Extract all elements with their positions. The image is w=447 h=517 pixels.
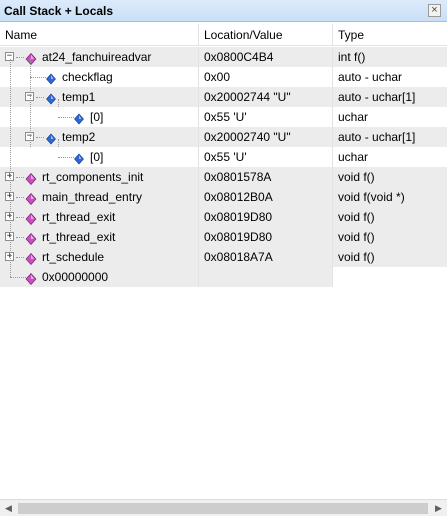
variable-icon	[45, 91, 57, 105]
function-icon	[25, 171, 37, 185]
tree-row[interactable]: − temp1 0x20002744 "U" auto - uchar[1]	[0, 87, 447, 107]
type-cell: void f(void *)	[333, 187, 447, 207]
location-value-cell[interactable]: 0x0801578A	[199, 167, 332, 187]
row-name: checkflag	[62, 70, 113, 84]
location-value-cell[interactable]: 0x08019D80	[199, 227, 332, 247]
name-cell: 0x00000000	[0, 267, 198, 287]
type-cell: void f()	[333, 227, 447, 247]
close-icon[interactable]: ×	[428, 4, 441, 17]
tree-connector	[16, 257, 24, 258]
tree-row[interactable]: checkflag 0x00 auto - uchar	[0, 67, 447, 87]
tree-connector	[16, 177, 24, 178]
location-value-cell[interactable]: 0x20002740 "U"	[199, 127, 332, 147]
tree-connector	[16, 197, 24, 198]
location-value-cell[interactable]: 0x08012B0A	[199, 187, 332, 207]
variable-icon	[45, 71, 57, 85]
variable-icon	[45, 131, 57, 145]
name-cell: + rt_schedule	[0, 247, 198, 267]
tree-connector	[10, 277, 26, 278]
tree-connector	[16, 237, 24, 238]
variable-icon	[73, 111, 85, 125]
column-header: Name Location/Value Type	[0, 24, 447, 46]
variable-icon	[73, 151, 85, 165]
horizontal-scrollbar[interactable]: ◀ ▶	[0, 499, 447, 516]
tree-connector	[58, 157, 74, 158]
type-cell	[333, 267, 447, 287]
row-name: main_thread_entry	[42, 190, 143, 204]
tree-row[interactable]: 0x00000000	[0, 267, 447, 287]
row-name: at24_fanchuireadvar	[42, 50, 152, 64]
row-name: rt_thread_exit	[42, 210, 116, 224]
tree-connector	[16, 57, 24, 58]
tree-connector	[30, 77, 46, 78]
type-cell: void f()	[333, 207, 447, 227]
location-value-cell[interactable]: 0x00	[199, 67, 332, 87]
location-value-cell[interactable]: 0x20002744 "U"	[199, 87, 332, 107]
row-name: [0]	[90, 110, 104, 124]
location-value-cell[interactable]: 0x08018A7A	[199, 247, 332, 267]
call-stack-tree: − at24_fanchuireadvar 0x0800C4B4 int f() che…	[0, 47, 447, 287]
row-name: temp1	[62, 90, 96, 104]
function-icon	[25, 211, 37, 225]
type-cell: uchar	[333, 147, 447, 167]
tree-connector	[36, 137, 44, 138]
type-cell: uchar	[333, 107, 447, 127]
type-cell: int f()	[333, 47, 447, 67]
location-value-cell[interactable]: 0x55 'U'	[199, 107, 332, 127]
tree-row[interactable]: + rt_thread_exit 0x08019D80 void f()	[0, 207, 447, 227]
name-cell: + rt_components_init	[0, 167, 198, 187]
panel-title: Call Stack + Locals	[4, 4, 114, 18]
scroll-left-icon[interactable]: ◀	[0, 500, 17, 517]
tree-connector	[58, 139, 59, 147]
tree-row[interactable]: + rt_components_init 0x0801578A void f()	[0, 167, 447, 187]
type-cell: auto - uchar[1]	[333, 127, 447, 147]
function-icon	[25, 51, 37, 65]
row-name: rt_schedule	[42, 250, 105, 264]
tree-row[interactable]: + main_thread_entry 0x08012B0A void f(void …	[0, 187, 447, 207]
column-header-location[interactable]: Location/Value	[199, 24, 333, 46]
row-name: temp2	[62, 130, 96, 144]
tree-connector	[58, 99, 59, 107]
location-value-cell[interactable]: 0x0800C4B4	[199, 47, 332, 67]
name-cell: + main_thread_entry	[0, 187, 198, 207]
row-name: rt_thread_exit	[42, 230, 116, 244]
type-cell: auto - uchar	[333, 67, 447, 87]
type-cell: auto - uchar[1]	[333, 87, 447, 107]
name-cell: + rt_thread_exit	[0, 207, 198, 227]
tree-connector	[30, 59, 31, 147]
column-divider	[332, 47, 333, 287]
location-value-cell[interactable]: 0x55 'U'	[199, 147, 332, 167]
row-name: 0x00000000	[42, 270, 109, 284]
column-header-name[interactable]: Name	[0, 24, 199, 46]
tree-connector	[10, 59, 11, 277]
scroll-right-icon[interactable]: ▶	[430, 500, 447, 517]
type-cell: void f()	[333, 167, 447, 187]
tree-row[interactable]: + rt_thread_exit 0x08019D80 void f()	[0, 227, 447, 247]
function-icon	[25, 251, 37, 265]
function-icon	[25, 271, 37, 285]
panel-title-bar: Call Stack + Locals ×	[0, 0, 447, 22]
tree-row[interactable]: [0] 0x55 'U' uchar	[0, 107, 447, 127]
function-icon	[25, 231, 37, 245]
location-value-cell[interactable]: 0x08019D80	[199, 207, 332, 227]
column-header-type[interactable]: Type	[333, 24, 447, 46]
function-icon	[25, 191, 37, 205]
name-cell: + rt_thread_exit	[0, 227, 198, 247]
location-value-cell[interactable]	[199, 267, 332, 287]
row-name: rt_components_init	[42, 170, 144, 184]
name-cell: [0]	[0, 147, 198, 167]
column-divider	[198, 47, 199, 287]
tree-connector	[16, 217, 24, 218]
type-cell: void f()	[333, 247, 447, 267]
row-name: [0]	[90, 150, 104, 164]
tree-row[interactable]: + rt_schedule 0x08018A7A void f()	[0, 247, 447, 267]
tree-row[interactable]: − at24_fanchuireadvar 0x0800C4B4 int f()	[0, 47, 447, 67]
scrollbar-thumb[interactable]	[18, 503, 428, 514]
tree-row[interactable]: − temp2 0x20002740 "U" auto - uchar[1]	[0, 127, 447, 147]
tree-connector	[58, 117, 74, 118]
tree-connector	[36, 97, 44, 98]
tree-row[interactable]: [0] 0x55 'U' uchar	[0, 147, 447, 167]
